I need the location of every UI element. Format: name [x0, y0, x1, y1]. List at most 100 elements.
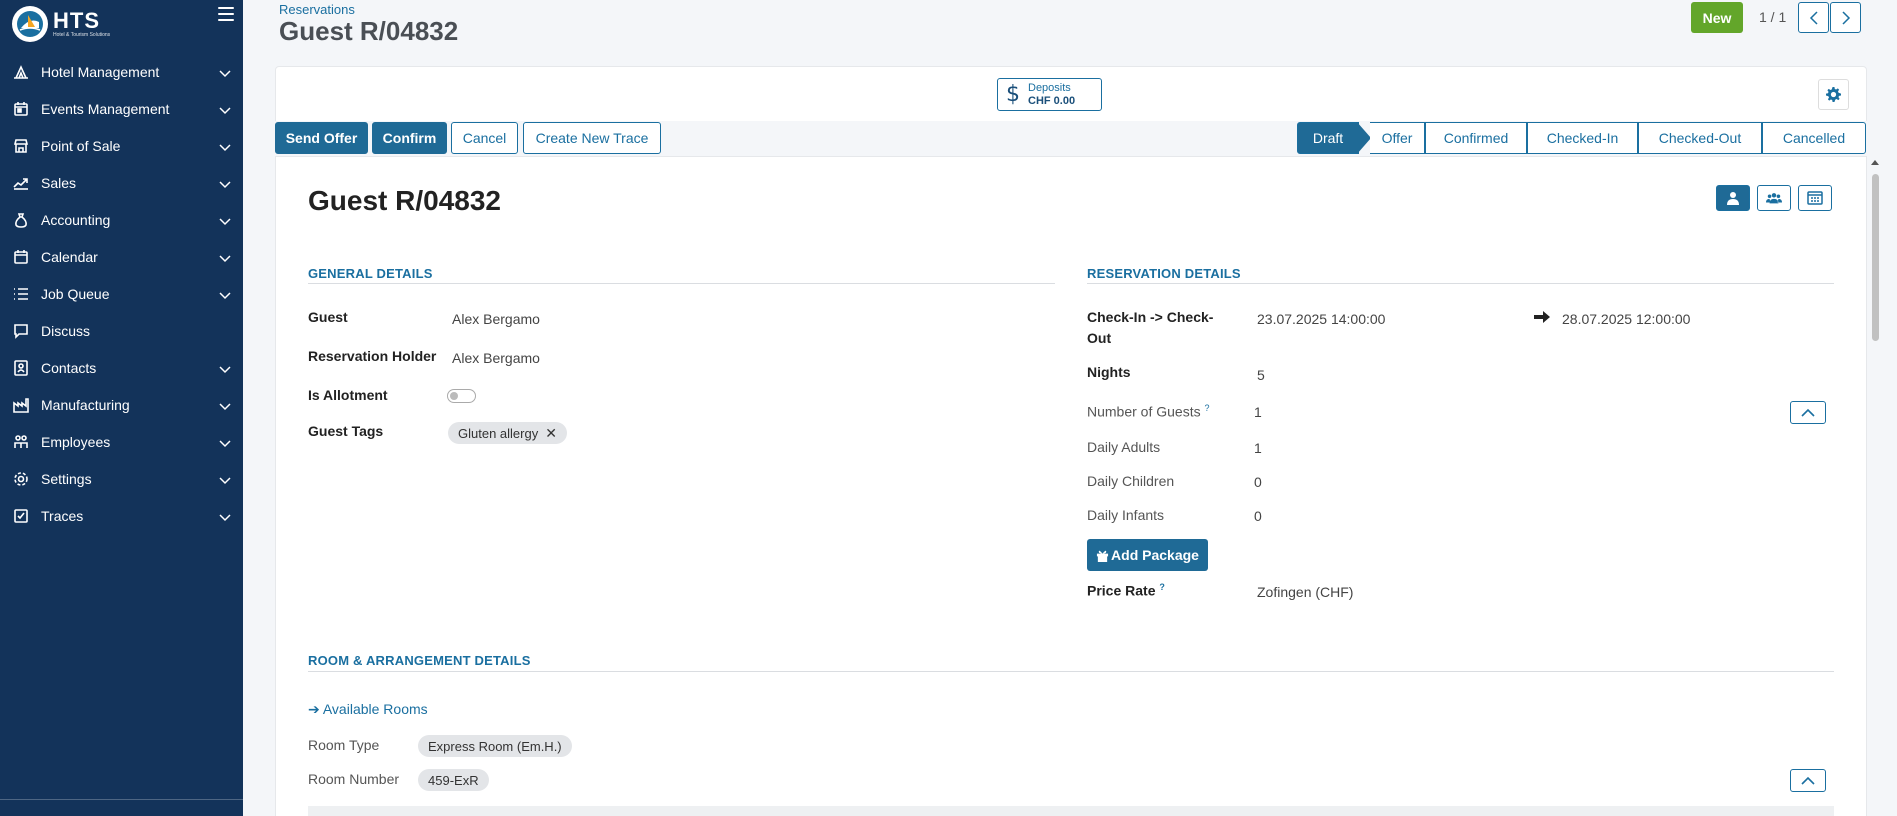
- contact-card-icon: [12, 359, 30, 377]
- sidebar-item-manufacturing[interactable]: Manufacturing: [0, 386, 243, 423]
- is-allotment-toggle[interactable]: [447, 389, 476, 403]
- room-arrangement-title: ROOM & ARRANGEMENT DETAILS: [308, 653, 531, 668]
- stage-cancelled[interactable]: Cancelled: [1762, 122, 1866, 154]
- scrollbar-thumb[interactable]: [1872, 174, 1879, 341]
- settings-button[interactable]: [1818, 79, 1849, 110]
- add-package-button[interactable]: Add Package: [1087, 539, 1208, 571]
- room-number-chip[interactable]: 459-ExR: [418, 769, 489, 791]
- reservation-holder-field[interactable]: Alex Bergamo: [452, 350, 540, 366]
- sidebar-item-label: Employees: [41, 433, 111, 450]
- reservation-details-title: RESERVATION DETAILS: [1087, 266, 1241, 281]
- sidebar-item-sales[interactable]: Sales: [0, 164, 243, 201]
- guest-label: Guest: [308, 309, 348, 325]
- room-number-label: Room Number: [308, 771, 400, 787]
- guest-tag-chip[interactable]: Gluten allergy ✕: [448, 422, 567, 444]
- chevron-down-icon: [219, 436, 231, 448]
- stage-confirmed[interactable]: Confirmed: [1425, 122, 1527, 154]
- stage-draft[interactable]: Draft: [1297, 122, 1359, 154]
- logo-emblem-icon: [12, 6, 48, 42]
- sidebar-item-contacts[interactable]: Contacts: [0, 349, 243, 386]
- sidebar-item-events-management[interactable]: Events Management: [0, 90, 243, 127]
- stage-arrow-icon: [1357, 122, 1371, 154]
- guest-view-button[interactable]: [1716, 185, 1750, 211]
- sidebar-item-calendar[interactable]: Calendar: [0, 238, 243, 275]
- people-icon: [12, 433, 30, 451]
- daily-adults-label: Daily Adults: [1087, 439, 1161, 455]
- sidebar-item-label: Discuss: [41, 322, 91, 339]
- price-rate-label: Price Rate ?: [1087, 582, 1165, 599]
- calendar-icon: [1807, 191, 1823, 205]
- chevron-up-icon: [1801, 408, 1815, 417]
- scroll-up-icon[interactable]: [1871, 160, 1879, 165]
- deposits-label: Deposits: [1028, 81, 1071, 94]
- chevron-down-icon: [219, 103, 231, 115]
- app-logo[interactable]: HTS Hotel & Tourism Solutions: [12, 6, 110, 42]
- calendar-view-button[interactable]: [1798, 185, 1832, 211]
- pager-previous-button[interactable]: [1798, 2, 1829, 33]
- sidebar-item-job-queue[interactable]: Job Queue: [0, 275, 243, 312]
- chevron-down-icon: [219, 362, 231, 374]
- stage-checked-in[interactable]: Checked-In: [1527, 122, 1638, 154]
- chevron-left-icon: [1809, 10, 1818, 25]
- price-rate-field[interactable]: Zofingen (CHF): [1257, 584, 1353, 600]
- money-bag-icon: [12, 211, 30, 229]
- guest-tags-label: Guest Tags: [308, 423, 384, 439]
- sidebar-item-hotel-management[interactable]: Hotel Management: [0, 53, 243, 90]
- gear-icon: [1826, 87, 1841, 102]
- checkout-date-field[interactable]: 28.07.2025 12:00:00: [1562, 311, 1690, 327]
- checkin-checkout-label: Check-In -> Check-: [1087, 309, 1214, 325]
- available-rooms-link[interactable]: ➔ Available Rooms: [308, 701, 428, 718]
- store-icon: [12, 137, 30, 155]
- room-collapse-button[interactable]: [1790, 769, 1826, 792]
- reservation-holder-label: Reservation Holder: [308, 348, 437, 364]
- calendar-icon: [12, 248, 30, 266]
- sidebar-item-discuss[interactable]: Discuss: [0, 312, 243, 349]
- sidebar-item-settings[interactable]: Settings: [0, 460, 243, 497]
- general-details-title: GENERAL DETAILS: [308, 266, 433, 281]
- help-icon[interactable]: ?: [1205, 403, 1210, 413]
- sidebar-item-point-of-sale[interactable]: Point of Sale: [0, 127, 243, 164]
- stage-offer[interactable]: Offer: [1370, 122, 1425, 154]
- create-new-trace-button[interactable]: Create New Trace: [523, 122, 661, 154]
- daily-children-value[interactable]: 0: [1254, 474, 1262, 490]
- confirm-button[interactable]: Confirm: [372, 122, 447, 154]
- logo-subtext: Hotel & Tourism Solutions: [53, 32, 111, 38]
- scrollbar[interactable]: [1868, 160, 1882, 816]
- sidebar-item-employees[interactable]: Employees: [0, 423, 243, 460]
- sidebar-item-label: Hotel Management: [41, 63, 160, 80]
- sidebar-item-label: Events Management: [41, 100, 170, 117]
- stage-checked-out[interactable]: Checked-Out: [1638, 122, 1762, 154]
- room-type-chip[interactable]: Express Room (Em.H.): [418, 735, 572, 757]
- factory-icon: [12, 396, 30, 414]
- sidebar-menu: Hotel Management Events Management Point…: [0, 53, 243, 534]
- new-button[interactable]: New: [1691, 2, 1743, 33]
- deposits-button[interactable]: $ Deposits CHF 0.00: [997, 78, 1102, 111]
- daily-infants-value[interactable]: 0: [1254, 508, 1262, 524]
- pager-counter[interactable]: 1 / 1: [1759, 9, 1786, 25]
- daily-adults-value[interactable]: 1: [1254, 440, 1262, 456]
- group-view-button[interactable]: [1757, 185, 1791, 211]
- section-divider: [308, 671, 1834, 672]
- close-icon[interactable]: ✕: [545, 425, 557, 442]
- room-lines-header: [308, 806, 1834, 816]
- checkbox-icon: [12, 507, 30, 525]
- help-icon[interactable]: ?: [1159, 582, 1165, 592]
- breadcrumb[interactable]: Reservations: [279, 2, 355, 17]
- sidebar-item-label: Settings: [41, 470, 92, 487]
- chevron-down-icon: [219, 399, 231, 411]
- guest-field[interactable]: Alex Bergamo: [452, 311, 540, 327]
- send-offer-button[interactable]: Send Offer: [275, 122, 368, 154]
- sidebar-item-label: Contacts: [41, 359, 97, 376]
- guests-collapse-button[interactable]: [1790, 401, 1826, 424]
- hamburger-menu-icon[interactable]: [218, 7, 234, 21]
- sidebar-item-label: Manufacturing: [41, 396, 130, 413]
- sidebar-item-label: Accounting: [41, 211, 111, 228]
- chevron-down-icon: [219, 288, 231, 300]
- chevron-up-icon: [1801, 776, 1815, 785]
- sidebar-item-traces[interactable]: Traces: [0, 497, 243, 534]
- sidebar-item-accounting[interactable]: Accounting: [0, 201, 243, 238]
- checkin-checkout-label-cont: Out: [1087, 330, 1112, 346]
- cancel-button[interactable]: Cancel: [451, 122, 518, 154]
- checkin-date-field[interactable]: 23.07.2025 14:00:00: [1257, 311, 1385, 327]
- pager-next-button[interactable]: [1830, 2, 1861, 33]
